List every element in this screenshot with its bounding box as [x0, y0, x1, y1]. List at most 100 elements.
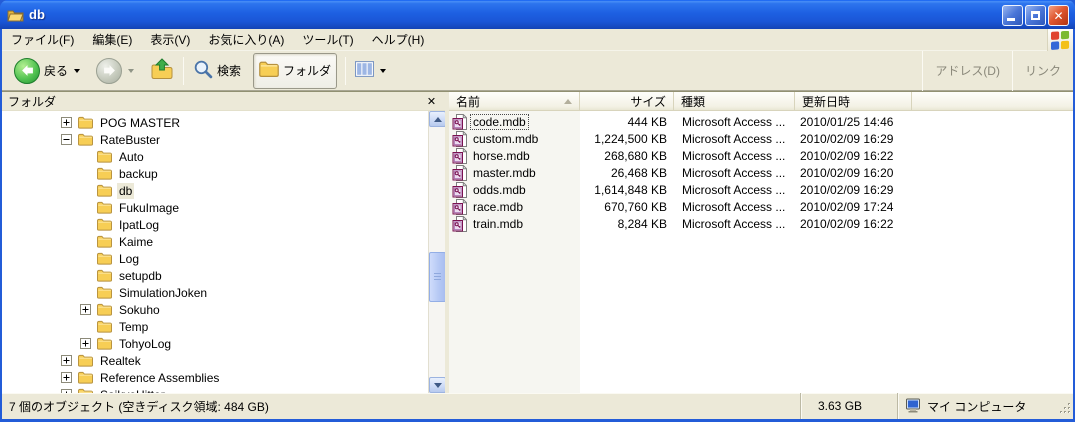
column-header-size[interactable]: サイズ	[580, 92, 674, 111]
search-button[interactable]: 検索	[187, 54, 247, 88]
folders-label: フォルダ	[283, 64, 332, 78]
scroll-up-button[interactable]	[429, 111, 445, 127]
column-header-name[interactable]: 名前	[449, 92, 580, 111]
tree-item-ipatlog[interactable]: IpatLog	[2, 216, 428, 233]
folders-button[interactable]: フォルダ	[253, 52, 338, 89]
tree-item-label: Sokuho	[119, 302, 160, 317]
file-size-cell: 26,468 KB	[610, 165, 667, 180]
up-button[interactable]	[144, 54, 180, 88]
close-button[interactable]: ✕	[1048, 5, 1069, 26]
file-name-label[interactable]: race.mdb	[470, 199, 526, 215]
folder-icon	[97, 218, 112, 231]
tree-item-temp[interactable]: Temp	[2, 318, 428, 335]
tree-item-auto[interactable]: Auto	[2, 148, 428, 165]
file-row-horse-mdb[interactable]: horse.mdb 268,680 KB Microsoft Access ... 2…	[449, 147, 1073, 164]
menu-item[interactable]: ツール(T)	[293, 29, 362, 50]
file-row-code-mdb[interactable]: code.mdb 444 KB Microsoft Access ... 2010/0…	[449, 113, 1073, 130]
file-name-label[interactable]: horse.mdb	[470, 148, 533, 164]
column-header-label: サイズ	[630, 94, 666, 109]
tree-item-label: Log	[119, 251, 140, 266]
file-name-cell: horse.mdb	[449, 147, 580, 164]
file-row-master-mdb[interactable]: master.mdb 26,468 KB Microsoft Access ... 2…	[449, 164, 1073, 181]
scrollbar-thumb[interactable]	[429, 252, 445, 302]
menu-item[interactable]: ヘルプ(H)	[363, 29, 434, 50]
tree-item-pog-master[interactable]: POG MASTER	[2, 114, 428, 131]
file-name-label[interactable]: master.mdb	[470, 165, 539, 181]
file-row-race-mdb[interactable]: race.mdb 670,760 KB Microsoft Access ... 20…	[449, 198, 1073, 215]
address-bar-label[interactable]: アドレス(D)	[923, 62, 1012, 79]
file-name-label[interactable]: custom.mdb	[470, 131, 541, 147]
tree-expand-icon[interactable]	[61, 372, 72, 383]
file-date-cell: 2010/02/09 16:22	[800, 148, 894, 163]
folder-icon	[78, 354, 93, 367]
status-objects-text: 7 個のオブジェクト (空きディスク領域: 484 GB)	[9, 399, 269, 414]
folders-icon	[259, 61, 279, 80]
title-bar: db ✕	[0, 0, 1075, 29]
tree-item-sokuho[interactable]: Sokuho	[2, 301, 428, 318]
arrow-up-icon	[433, 116, 442, 122]
arrow-down-icon	[433, 382, 442, 388]
tree-item-kaime[interactable]: Kaime	[2, 233, 428, 250]
main-area: フォルダ ✕ POG MASTER RateBuster Auto backup db F…	[2, 91, 1073, 393]
maximize-button[interactable]	[1025, 5, 1046, 26]
tree-expand-icon[interactable]	[80, 304, 91, 315]
tree-item-realtek[interactable]: Realtek	[2, 352, 428, 369]
forward-button[interactable]	[90, 54, 140, 88]
close-icon: ✕	[1053, 8, 1064, 23]
file-list: 名前 サイズ 種類 更新日時 code.mdb 444 KB Microsoft Acce…	[449, 92, 1073, 393]
views-dropdown-icon[interactable]	[380, 68, 387, 73]
folder-icon	[97, 320, 112, 333]
menu-bar: ファイル(F) 編集(E) 表示(V) お気に入り(A) ツール(T) ヘルプ(H)	[2, 29, 1073, 51]
file-row-train-mdb[interactable]: train.mdb 8,284 KB Microsoft Access ... 201…	[449, 215, 1073, 232]
tree-item-label: backup	[119, 166, 158, 181]
folder-icon	[97, 337, 112, 350]
column-header-date[interactable]: 更新日時	[795, 92, 912, 111]
links-bar-label[interactable]: リンク	[1013, 62, 1073, 79]
file-row-odds-mdb[interactable]: odds.mdb 1,614,848 KB Microsoft Access ...…	[449, 181, 1073, 198]
menu-item[interactable]: お気に入り(A)	[199, 29, 293, 50]
resize-grip[interactable]	[1059, 402, 1072, 418]
status-location-text: マイ コンピュータ	[927, 399, 1027, 414]
folder-icon	[97, 252, 112, 265]
tree-item-reference-assemblies[interactable]: Reference Assemblies	[2, 369, 428, 386]
tree-item-simulationjoken[interactable]: SimulationJoken	[2, 284, 428, 301]
tree-expand-icon[interactable]	[80, 338, 91, 349]
status-bar: 7 個のオブジェクト (空きディスク領域: 484 GB) 3.63 GB マイ…	[2, 393, 1073, 419]
file-name-cell: code.mdb	[449, 113, 580, 130]
folder-open-icon	[7, 8, 24, 22]
menu-item[interactable]: 編集(E)	[83, 29, 141, 50]
tree-scrollbar[interactable]	[428, 111, 445, 393]
tree-expand-icon[interactable]	[61, 117, 72, 128]
tree-item-fukuimage[interactable]: FukuImage	[2, 199, 428, 216]
tree-item-log[interactable]: Log	[2, 250, 428, 267]
tree-item-tohyolog[interactable]: TohyoLog	[2, 335, 428, 352]
file-name-label[interactable]: code.mdb	[470, 113, 529, 130]
my-computer-icon	[905, 398, 921, 414]
tree-item-saikyohitter[interactable]: SaikyoHitter	[2, 386, 428, 393]
file-name-label[interactable]: odds.mdb	[470, 182, 529, 198]
toolbar: 戻る 検索 フォルダ アドレス(D) リンク	[2, 50, 1073, 91]
views-button[interactable]	[349, 54, 392, 88]
minimize-button[interactable]	[1002, 5, 1023, 26]
column-headers: 名前 サイズ 種類 更新日時	[449, 92, 1073, 111]
toolbar-separator	[183, 56, 185, 85]
tree-item-label: db	[117, 182, 135, 199]
tree-item-setupdb[interactable]: setupdb	[2, 267, 428, 284]
tree-collapse-icon[interactable]	[61, 134, 72, 145]
back-dropdown-icon[interactable]	[74, 68, 81, 73]
menu-item[interactable]: 表示(V)	[141, 29, 199, 50]
tree-expand-icon[interactable]	[61, 355, 72, 366]
menu-item[interactable]: ファイル(F)	[2, 29, 83, 50]
tree-item-backup[interactable]: backup	[2, 165, 428, 182]
search-icon	[193, 59, 213, 82]
menu-bar-items: ファイル(F) 編集(E) 表示(V) お気に入り(A) ツール(T) ヘルプ(H)	[2, 29, 433, 50]
file-name-label[interactable]: train.mdb	[470, 216, 526, 232]
tree-expander-spacer	[80, 202, 91, 213]
file-row-custom-mdb[interactable]: custom.mdb 1,224,500 KB Microsoft Access .…	[449, 130, 1073, 147]
tree-item-ratebuster[interactable]: RateBuster	[2, 131, 428, 148]
column-header-type[interactable]: 種類	[674, 92, 795, 111]
back-button[interactable]: 戻る	[8, 54, 86, 88]
scroll-down-button[interactable]	[429, 377, 445, 393]
tree-item-db[interactable]: db	[2, 182, 428, 199]
folders-panel-close-icon[interactable]: ✕	[424, 94, 439, 109]
